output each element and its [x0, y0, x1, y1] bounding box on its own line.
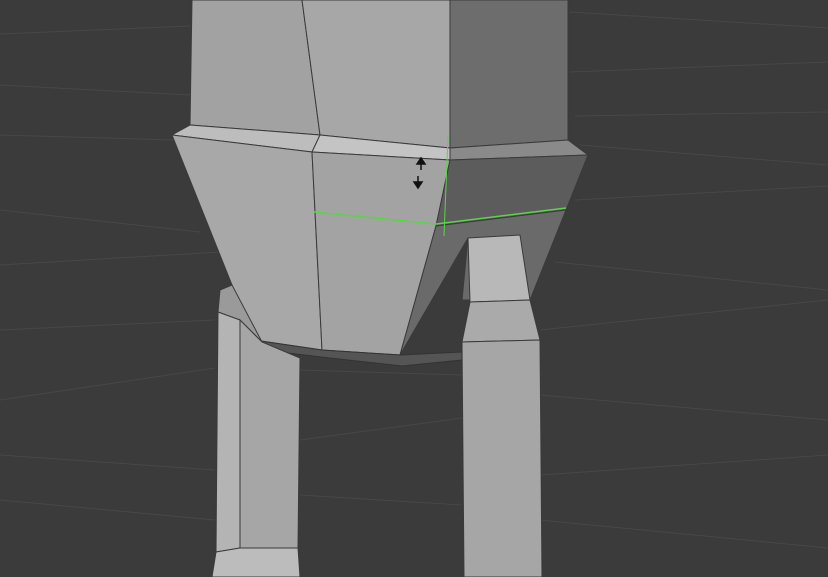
mesh-torso[interactable] — [189, 0, 569, 149]
left-leg-front[interactable] — [239, 318, 301, 549]
left-leg-side[interactable] — [215, 311, 241, 553]
right-leg-upper-front[interactable] — [467, 234, 531, 303]
grid-line — [299, 369, 463, 376]
grid-line — [299, 417, 463, 441]
grid-line — [539, 454, 828, 476]
3d-viewport[interactable] — [0, 0, 828, 577]
grid-line — [574, 185, 828, 201]
torso-face-front[interactable] — [301, 0, 451, 149]
grid-line — [539, 394, 828, 421]
grid-line — [0, 499, 216, 521]
grid-line — [299, 494, 463, 506]
grid-line — [0, 454, 216, 471]
grid-line — [0, 367, 216, 401]
grid-line — [554, 261, 828, 291]
torso-face-left[interactable] — [189, 0, 321, 136]
left-foot-top[interactable] — [211, 547, 301, 577]
grid-line — [0, 251, 221, 266]
grid-line — [539, 299, 828, 331]
grid-line — [0, 134, 176, 141]
grid-line — [0, 319, 216, 331]
grid-line — [0, 84, 191, 96]
right-leg-knee[interactable] — [461, 299, 541, 343]
viewport-canvas[interactable] — [0, 0, 828, 577]
grid-line — [569, 11, 828, 29]
grid-line — [0, 25, 191, 35]
grid-line — [539, 519, 828, 549]
grid-line — [574, 111, 828, 117]
right-leg-lower-front[interactable] — [461, 339, 543, 577]
grid-line — [579, 144, 828, 166]
torso-face-right[interactable] — [449, 0, 569, 149]
grid-line — [569, 61, 828, 73]
grid-line — [0, 209, 201, 233]
